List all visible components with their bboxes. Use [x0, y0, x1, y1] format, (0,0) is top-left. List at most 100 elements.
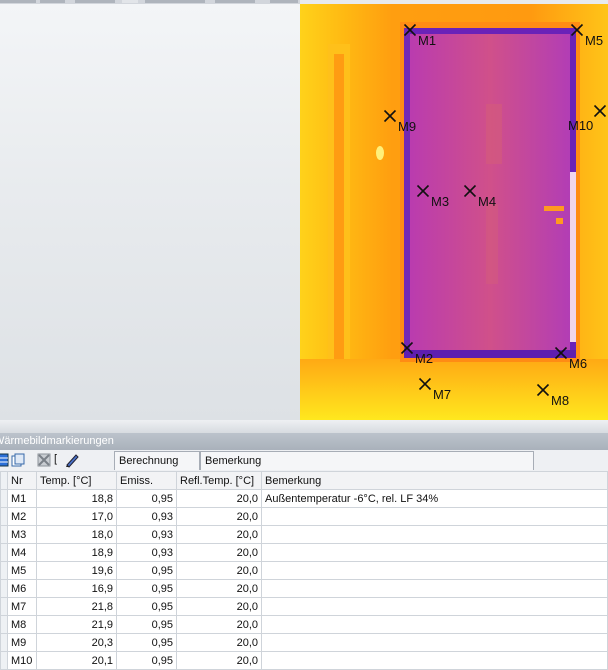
cell-emiss[interactable]: 0,95	[116, 597, 177, 616]
cell-temp[interactable]: 18,0	[36, 525, 117, 544]
tab-calculation-label: Berechnung	[119, 455, 179, 467]
grid-icon[interactable]	[0, 452, 10, 468]
cell-remark[interactable]	[261, 651, 608, 670]
cell-emiss[interactable]: 0,95	[116, 489, 177, 508]
marker-m8-label: M8	[551, 393, 569, 408]
marker-m2-label: M2	[415, 351, 433, 366]
cell-remark[interactable]	[261, 615, 608, 634]
row-selector[interactable]	[0, 597, 8, 616]
cell-emiss[interactable]: 0,95	[116, 615, 177, 634]
cell-nr[interactable]: M9	[7, 633, 37, 652]
copy-icon[interactable]	[10, 452, 26, 468]
row-selector[interactable]	[0, 525, 8, 544]
empty-view-area	[0, 4, 300, 420]
cell-nr[interactable]: M7	[7, 597, 37, 616]
cell-refl-temp[interactable]: 20,0	[176, 615, 262, 634]
table-row[interactable]: M5 19,6 0,95 20,0	[0, 561, 608, 580]
row-selector[interactable]	[0, 651, 8, 670]
cell-refl-temp[interactable]: 20,0	[176, 489, 262, 508]
marker-m10-label: M10	[568, 118, 593, 133]
cell-emiss[interactable]: 0,95	[116, 579, 177, 598]
cell-emiss[interactable]: 0,93	[116, 543, 177, 562]
cell-temp[interactable]: 16,9	[36, 579, 117, 598]
row-selector-header	[0, 471, 8, 490]
col-header-remark[interactable]: Bemerkung	[261, 471, 608, 490]
tab-remark-label: Bemerkung	[205, 455, 262, 467]
thermal-image[interactable]: M1 M5 M9 M10 M3 M4 M2 M6 M7 M8	[300, 4, 608, 420]
cell-refl-temp[interactable]: 20,0	[176, 561, 262, 580]
table-header-row: Nr Temp. [°C] Emiss. Refl.Temp. [°C] Bem…	[0, 471, 608, 490]
pen-icon[interactable]	[64, 452, 80, 468]
cell-remark[interactable]	[261, 597, 608, 616]
table-row[interactable]: M10 20,1 0,95 20,0	[0, 651, 608, 670]
row-selector[interactable]	[0, 561, 8, 580]
cell-nr[interactable]: M10	[7, 651, 37, 670]
cell-emiss[interactable]: 0,93	[116, 507, 177, 526]
cell-temp[interactable]: 19,6	[36, 561, 117, 580]
table-row[interactable]: M4 18,9 0,93 20,0	[0, 543, 608, 562]
cell-refl-temp[interactable]: 20,0	[176, 633, 262, 652]
cell-nr[interactable]: M1	[7, 489, 37, 508]
cell-remark[interactable]	[261, 543, 608, 562]
cell-nr[interactable]: M8	[7, 615, 37, 634]
cell-temp[interactable]: 20,3	[36, 633, 117, 652]
row-selector[interactable]	[0, 633, 8, 652]
tab-remark[interactable]: Bemerkung	[200, 451, 534, 470]
cell-refl-temp[interactable]: 20,0	[176, 579, 262, 598]
cell-remark[interactable]: Außentemperatur -6°C, rel. LF 34%	[261, 489, 608, 508]
cell-nr[interactable]: M6	[7, 579, 37, 598]
cell-refl-temp[interactable]: 20,0	[176, 543, 262, 562]
table-row[interactable]: M1 18,8 0,95 20,0 Außentemperatur -6°C, rel.…	[0, 489, 608, 508]
cell-refl-temp[interactable]: 20,0	[176, 651, 262, 670]
cell-emiss[interactable]: 0,93	[116, 525, 177, 544]
table-row[interactable]: M9 20,3 0,95 20,0	[0, 633, 608, 652]
cell-nr[interactable]: M2	[7, 507, 37, 526]
table-row[interactable]: M8 21,9 0,95 20,0	[0, 615, 608, 634]
table-row[interactable]: M3 18,0 0,93 20,0	[0, 525, 608, 544]
table-row[interactable]: M6 16,9 0,95 20,0	[0, 579, 608, 598]
panel-splitter[interactable]	[0, 420, 608, 433]
delete-icon[interactable]	[36, 452, 52, 468]
cell-emiss[interactable]: 0,95	[116, 633, 177, 652]
tab-calculation[interactable]: Berechnung	[114, 451, 200, 470]
row-selector[interactable]	[0, 579, 8, 598]
col-header-refl-temp[interactable]: Refl.Temp. [°C]	[176, 471, 262, 490]
row-selector[interactable]	[0, 489, 8, 508]
marker-m7-label: M7	[433, 387, 451, 402]
cell-emiss[interactable]: 0,95	[116, 561, 177, 580]
cell-temp[interactable]: 20,1	[36, 651, 117, 670]
cell-temp[interactable]: 18,9	[36, 543, 117, 562]
row-selector[interactable]	[0, 507, 8, 526]
marker-m4-label: M4	[478, 194, 496, 209]
cell-refl-temp[interactable]: 20,0	[176, 597, 262, 616]
cell-nr[interactable]: M5	[7, 561, 37, 580]
cell-remark[interactable]	[261, 633, 608, 652]
marker-m5-label: M5	[585, 33, 603, 48]
cell-refl-temp[interactable]: 20,0	[176, 507, 262, 526]
cell-temp[interactable]: 21,8	[36, 597, 117, 616]
cell-remark[interactable]	[261, 561, 608, 580]
cell-nr[interactable]: M4	[7, 543, 37, 562]
cell-refl-temp[interactable]: 20,0	[176, 525, 262, 544]
col-header-emiss[interactable]: Emiss.	[116, 471, 177, 490]
cell-nr[interactable]: M3	[7, 525, 37, 544]
row-selector[interactable]	[0, 615, 8, 634]
col-header-temp[interactable]: Temp. [°C]	[36, 471, 117, 490]
cell-remark[interactable]	[261, 507, 608, 526]
col-header-nr[interactable]: Nr	[7, 471, 37, 490]
marker-m9-label: M9	[398, 119, 416, 134]
table-row[interactable]: M7 21,8 0,95 20,0	[0, 597, 608, 616]
markers-table: Nr Temp. [°C] Emiss. Refl.Temp. [°C] Bem…	[0, 471, 608, 670]
cell-remark[interactable]	[261, 525, 608, 544]
marker-m6-label: M6	[569, 356, 587, 371]
cell-remark[interactable]	[261, 579, 608, 598]
bracket-glyph: [	[54, 453, 58, 465]
cell-temp[interactable]: 21,9	[36, 615, 117, 634]
cell-temp[interactable]: 18,8	[36, 489, 117, 508]
cell-emiss[interactable]: 0,95	[116, 651, 177, 670]
thermal-image-canvas: M1 M5 M9 M10 M3 M4 M2 M6 M7 M8	[300, 4, 608, 420]
cell-temp[interactable]: 17,0	[36, 507, 117, 526]
row-selector[interactable]	[0, 543, 8, 562]
marker-m1-label: M1	[418, 33, 436, 48]
table-row[interactable]: M2 17,0 0,93 20,0	[0, 507, 608, 526]
